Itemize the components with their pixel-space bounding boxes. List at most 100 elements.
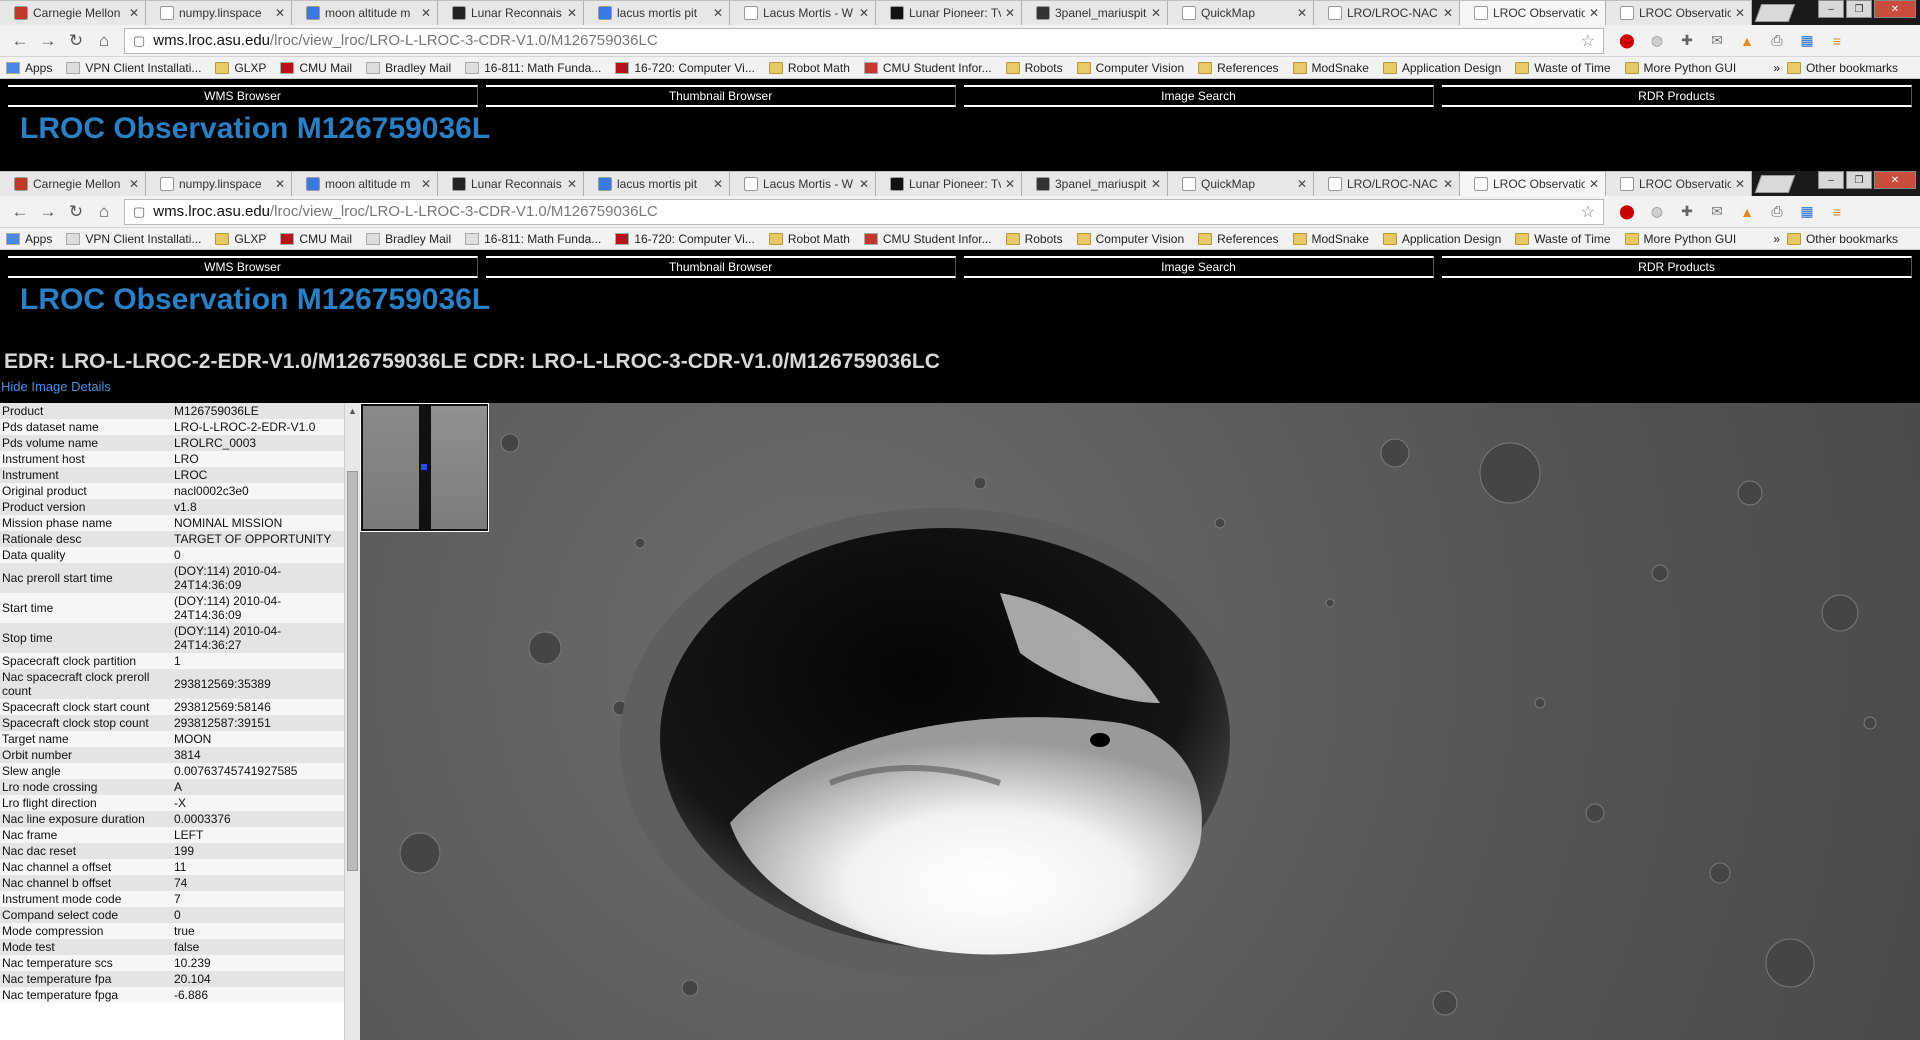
reload-icon[interactable]: ↻ [62,198,90,226]
close-tab-icon[interactable]: ✕ [859,6,869,20]
bookmark-item[interactable]: 16-720: Computer Vi... [615,61,755,75]
bookmark-item[interactable]: CMU Mail [280,232,352,246]
close-tab-icon[interactable]: ✕ [567,6,577,20]
close-tab-icon[interactable]: ✕ [1589,6,1599,20]
tab-7[interactable]: 3panel_mariuspit ✕ [1022,171,1168,196]
gmail-icon[interactable]: ✉ [1708,32,1726,50]
details-scrollbar[interactable]: ▲ [344,403,360,1040]
close-tab-icon[interactable]: ✕ [713,6,723,20]
overview-thumbnail[interactable] [360,403,489,532]
adblock-icon[interactable]: ⬤ [1618,203,1636,221]
bookmark-item[interactable]: Computer Vision [1076,61,1184,75]
close-tab-icon[interactable]: ✕ [859,177,869,191]
tab-0[interactable]: Carnegie Mellon ✕ [0,171,146,196]
close-tab-icon[interactable]: ✕ [1005,6,1015,20]
forward-icon[interactable]: → [34,27,62,55]
scroll-up-icon[interactable]: ▲ [345,403,360,419]
bookmark-item[interactable]: More Python GUI [1624,61,1736,75]
tab-6[interactable]: Lunar Pioneer: Tv ✕ [876,171,1022,196]
site-nav-item[interactable]: Thumbnail Browser [486,256,956,278]
tab-9[interactable]: LRO/LROC-NAC ✕ [1314,171,1460,196]
bookmark-item[interactable]: Robot Math [768,232,850,246]
tab-4[interactable]: lacus mortis pit ✕ [584,0,730,25]
drive-icon[interactable]: ▲ [1738,32,1756,50]
new-tab-button[interactable] [1754,4,1796,22]
new-tab-button[interactable] [1754,175,1796,193]
site-nav-item[interactable]: Thumbnail Browser [486,85,956,107]
hide-image-details-link[interactable]: Hide Image Details [0,378,1920,398]
tab-9[interactable]: LRO/LROC-NAC ✕ [1314,0,1460,25]
bookmarks-overflow-button[interactable]: » [1773,232,1780,246]
bookmark-item[interactable]: CMU Student Infor... [863,232,992,246]
site-nav-item[interactable]: WMS Browser [8,85,478,107]
back-icon[interactable]: ← [6,27,34,55]
home-icon[interactable]: ⌂ [90,27,118,55]
reload-icon[interactable]: ↻ [62,27,90,55]
tab-6[interactable]: Lunar Pioneer: Tv ✕ [876,0,1022,25]
site-nav-item[interactable]: RDR Products [1442,85,1912,107]
tab-3[interactable]: Lunar Reconnais ✕ [438,0,584,25]
close-tab-icon[interactable]: ✕ [1151,177,1161,191]
bookmark-item[interactable]: VPN Client Installati... [66,61,201,75]
tab-11[interactable]: LROC Observatio ✕ [1606,171,1752,196]
tab-10[interactable]: LROC Observatio ✕ [1460,171,1606,196]
bookmark-item[interactable]: 16-811: Math Funda... [465,232,601,246]
close-tab-icon[interactable]: ✕ [1443,177,1453,191]
tab-4[interactable]: lacus mortis pit ✕ [584,171,730,196]
bookmark-item[interactable]: Robot Math [768,61,850,75]
close-tab-icon[interactable]: ✕ [1589,177,1599,191]
restore-button[interactable]: ❐ [1846,0,1872,18]
tab-2[interactable]: moon altitude m ✕ [292,0,438,25]
tab-1[interactable]: numpy.linspace ✕ [146,0,292,25]
forward-icon[interactable]: → [34,198,62,226]
printer-icon[interactable]: ⎙ [1768,32,1786,50]
close-tab-icon[interactable]: ✕ [421,6,431,20]
close-tab-icon[interactable]: ✕ [129,177,139,191]
tab-7[interactable]: 3panel_mariuspit ✕ [1022,0,1168,25]
gmail-icon[interactable]: ✉ [1708,203,1726,221]
bookmark-item[interactable]: Waste of Time [1515,232,1611,246]
bookmark-item[interactable]: References [1198,61,1279,75]
close-window-button[interactable]: ✕ [1874,0,1916,18]
lunar-surface-image[interactable] [360,403,1920,1040]
site-nav-item[interactable]: Image Search [964,256,1434,278]
close-tab-icon[interactable]: ✕ [1297,6,1307,20]
bookmark-item[interactable]: Waste of Time [1515,61,1611,75]
bookmark-item[interactable]: Bradley Mail [366,232,451,246]
address-bar[interactable]: ▢ wms.lroc.asu.edu/lroc/view_lroc/LRO-L-… [124,27,1604,54]
adblock-icon[interactable]: ⬤ [1618,32,1636,50]
close-tab-icon[interactable]: ✕ [421,177,431,191]
tab-11[interactable]: LROC Observatio ✕ [1606,0,1752,25]
bookmark-star-icon[interactable]: ☆ [1581,202,1595,222]
bookmark-item[interactable]: Application Design [1382,232,1501,246]
close-tab-icon[interactable]: ✕ [1735,6,1745,20]
pushpin-icon[interactable]: ◍ [1648,32,1666,50]
bookmark-item[interactable]: Computer Vision [1076,232,1184,246]
bookmark-item[interactable]: Robots [1005,232,1063,246]
close-tab-icon[interactable]: ✕ [275,177,285,191]
tab-2[interactable]: moon altitude m ✕ [292,171,438,196]
bookmark-item[interactable]: 16-811: Math Funda... [465,61,601,75]
close-tab-icon[interactable]: ✕ [1005,177,1015,191]
restore-button[interactable]: ❐ [1846,171,1872,189]
tab-8[interactable]: QuickMap ✕ [1168,0,1314,25]
site-nav-item[interactable]: RDR Products [1442,256,1912,278]
bookmark-item[interactable]: ModSnake [1292,232,1369,246]
bookmark-star-icon[interactable]: ☆ [1581,31,1595,51]
image-viewer[interactable] [360,403,1920,1040]
site-nav-item[interactable]: Image Search [964,85,1434,107]
close-tab-icon[interactable]: ✕ [1735,177,1745,191]
printer-icon[interactable]: ⎙ [1768,203,1786,221]
close-tab-icon[interactable]: ✕ [1443,6,1453,20]
tab-10[interactable]: LROC Observatio ✕ [1460,0,1606,25]
bookmark-item[interactable]: References [1198,232,1279,246]
home-icon[interactable]: ⌂ [90,198,118,226]
address-bar[interactable]: ▢ wms.lroc.asu.edu/lroc/view_lroc/LRO-L-… [124,198,1604,225]
bookmark-item[interactable]: Application Design [1382,61,1501,75]
other-bookmarks[interactable]: Other bookmarks [1786,228,1898,250]
close-tab-icon[interactable]: ✕ [567,177,577,191]
scrollbar-thumb[interactable] [347,471,358,871]
menu-icon[interactable]: ≡ [1828,203,1846,221]
minimize-button[interactable]: – [1818,171,1844,189]
menu-icon[interactable]: ≡ [1828,32,1846,50]
